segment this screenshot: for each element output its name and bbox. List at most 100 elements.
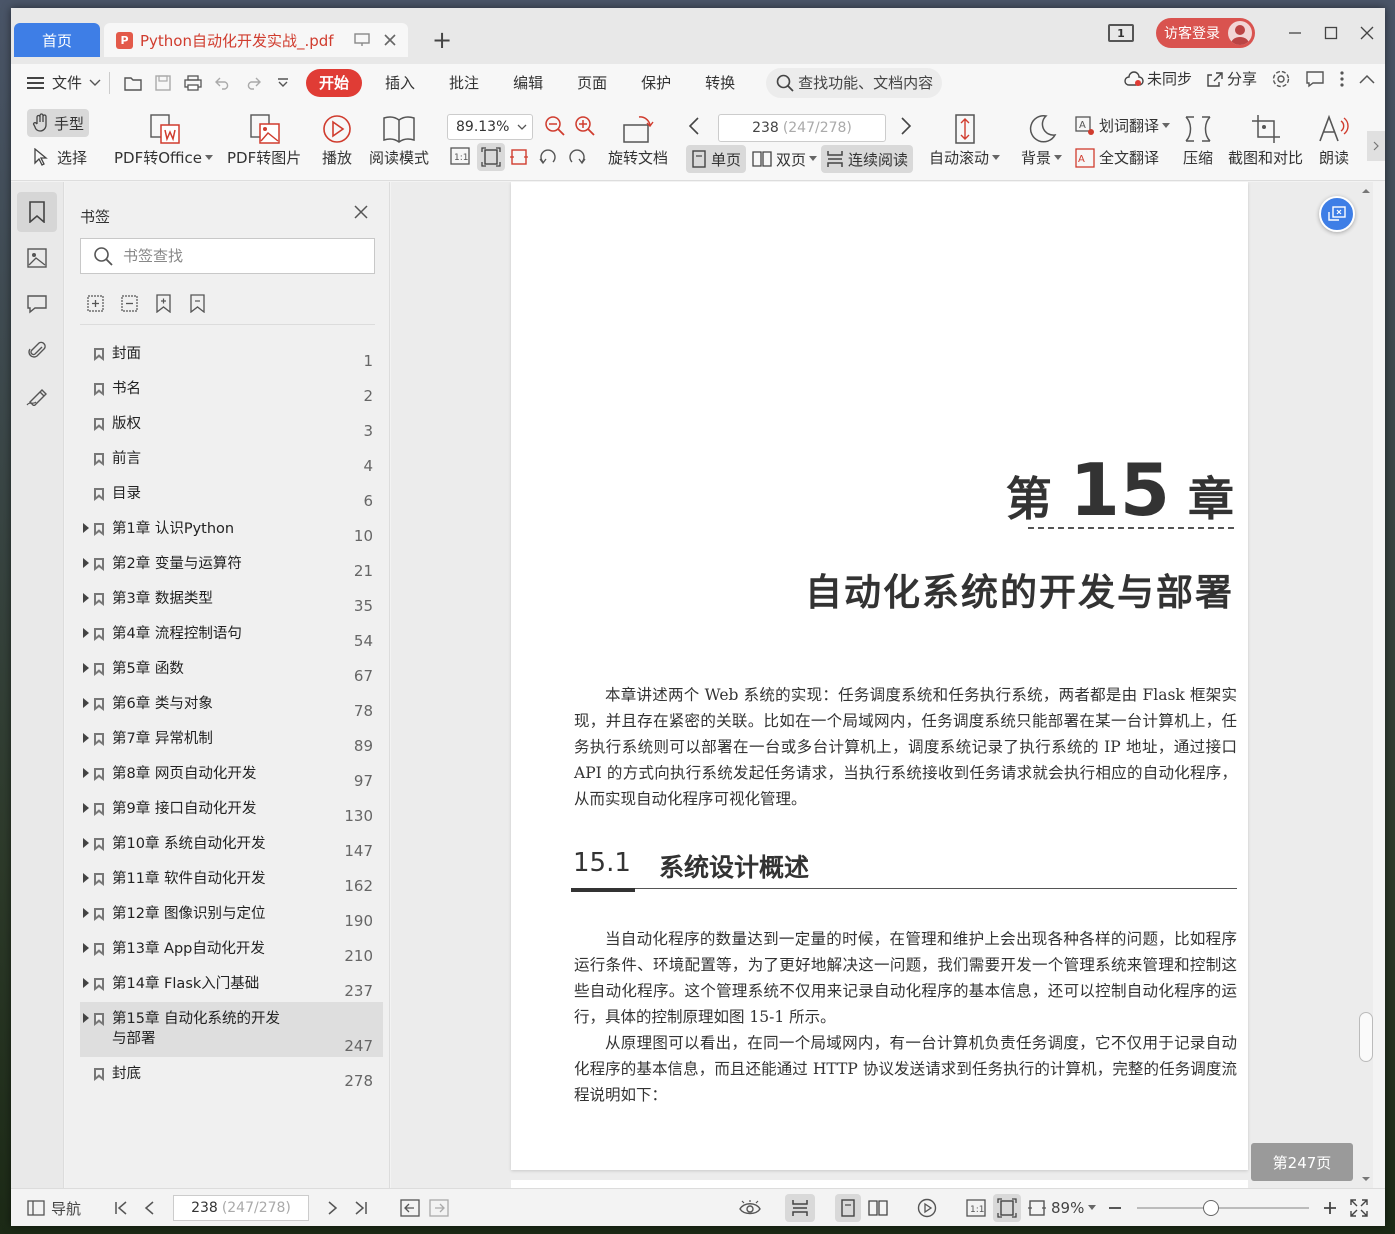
vertical-scrollbar[interactable] <box>1359 182 1373 1188</box>
expand-arrow-icon[interactable] <box>83 943 89 953</box>
bookmark-item[interactable]: 第1章 认识Python 10 <box>80 512 383 547</box>
guest-login-button[interactable]: 访客登录 <box>1156 18 1255 48</box>
expand-arrow-icon[interactable] <box>83 803 89 813</box>
ribbon-scroll-right-button[interactable] <box>1367 131 1385 161</box>
bookmark-item[interactable]: 第14章 Flask入门基础 237 <box>80 967 383 1002</box>
bookmark-search-field[interactable] <box>80 238 375 274</box>
document-viewport[interactable]: 第 15 章 自动化系统的开发与部署 本章讲述两个 Web 系统的实现：任务调度… <box>391 182 1373 1188</box>
more-dropdown-icon[interactable] <box>268 68 298 98</box>
share-button[interactable]: 分享 <box>1206 68 1257 89</box>
expand-arrow-icon[interactable] <box>83 593 89 603</box>
new-tab-button[interactable]: + <box>429 28 455 52</box>
single-page-mode-button[interactable] <box>835 1194 861 1222</box>
maximize-button[interactable] <box>1313 18 1349 48</box>
tab-document[interactable]: P Python自动化开发实战_.pdf <box>104 23 408 57</box>
expand-all-icon[interactable] <box>86 294 105 313</box>
expand-arrow-icon[interactable] <box>83 733 89 743</box>
rotate-right-button[interactable] <box>567 147 587 167</box>
function-search[interactable]: 查找功能、文档内容 <box>766 67 943 98</box>
fullscreen-button[interactable] <box>1350 1189 1368 1226</box>
window-count-icon[interactable]: 1 <box>1108 24 1134 42</box>
scroll-down-arrow-icon[interactable] <box>1359 1174 1373 1184</box>
bookmark-item[interactable]: 封面 1 <box>80 337 383 372</box>
status-play-button[interactable] <box>917 1189 937 1226</box>
open-folder-icon[interactable] <box>118 68 148 98</box>
signature-panel-button[interactable] <box>17 376 57 416</box>
background-button[interactable]: 背景 <box>1021 111 1063 168</box>
attachments-panel-button[interactable] <box>17 330 57 370</box>
fit-page-button[interactable] <box>477 143 505 171</box>
tab-protect[interactable]: 保护 <box>624 69 688 97</box>
zoom-slider[interactable] <box>1137 1200 1309 1216</box>
expand-arrow-icon[interactable] <box>83 908 89 918</box>
pdf-to-office-button[interactable]: PDF转Office <box>114 111 214 168</box>
zoom-dropdown[interactable]: 89.13% <box>447 114 533 140</box>
zoom-in-button[interactable] <box>574 115 596 137</box>
compress-button[interactable]: 压缩 <box>1182 111 1214 168</box>
pdf-to-image-button[interactable]: PDF转图片 <box>227 111 301 168</box>
rotate-left-button[interactable] <box>538 147 558 167</box>
continuous-mode-button[interactable] <box>785 1194 815 1222</box>
expand-arrow-icon[interactable] <box>83 558 89 568</box>
collapse-all-icon[interactable] <box>120 294 139 313</box>
close-tab-icon[interactable] <box>380 30 400 50</box>
bookmark-item[interactable]: 书名 2 <box>80 372 383 407</box>
bookmarks-panel-button[interactable] <box>17 192 57 232</box>
bookmark-item[interactable]: 第13章 App自动化开发 210 <box>80 932 383 967</box>
more-options-button[interactable] <box>1339 70 1345 88</box>
bookmark-item[interactable]: 第2章 变量与运算符 21 <box>80 547 383 582</box>
scrollbar-thumb[interactable] <box>1359 1012 1373 1062</box>
floating-tool-button[interactable] <box>1319 196 1355 232</box>
expand-arrow-icon[interactable] <box>83 698 89 708</box>
continuous-read-button[interactable]: 连续阅读 <box>821 145 914 173</box>
next-page-button[interactable] <box>900 116 912 136</box>
tab-annotate[interactable]: 批注 <box>432 69 496 97</box>
bookmark-item[interactable]: 第5章 函数 67 <box>80 652 383 687</box>
bookmark-item[interactable]: 目录 6 <box>80 477 383 512</box>
zoom-out-status-button[interactable] <box>1108 1189 1122 1226</box>
bookmark-item[interactable]: 第9章 接口自动化开发 130 <box>80 792 383 827</box>
full-translate-button[interactable]: A 全文翻译 <box>1075 147 1159 168</box>
bookmark-item[interactable]: 第3章 数据类型 35 <box>80 582 383 617</box>
read-aloud-button[interactable]: 朗读 <box>1317 111 1351 168</box>
redo-icon[interactable] <box>238 68 268 98</box>
status-fit-page-button[interactable] <box>993 1194 1021 1222</box>
feedback-button[interactable] <box>1305 70 1325 88</box>
expand-arrow-icon[interactable] <box>83 873 89 883</box>
tab-start[interactable]: 开始 <box>306 68 363 97</box>
bookmark-item[interactable]: 第8章 网页自动化开发 97 <box>80 757 383 792</box>
navigation-toggle[interactable]: 导航 <box>27 1189 81 1226</box>
bookmark-item[interactable]: 第6章 类与对象 78 <box>80 687 383 722</box>
undo-icon[interactable] <box>208 68 238 98</box>
expand-arrow-icon[interactable] <box>83 523 89 533</box>
tab-insert[interactable]: 插入 <box>368 69 432 97</box>
page-number-input[interactable]: 238 (247/278) <box>718 114 886 142</box>
minimize-button[interactable] <box>1277 18 1313 48</box>
forward-button[interactable] <box>429 1189 449 1226</box>
double-page-mode-button[interactable] <box>868 1189 888 1226</box>
bookmark-item[interactable]: 第4章 流程控制语句 54 <box>80 617 383 652</box>
close-window-button[interactable] <box>1349 18 1385 48</box>
bookmark-item[interactable]: 第11章 软件自动化开发 162 <box>80 862 383 897</box>
status-page-input[interactable]: 238 (247/278) <box>173 1195 309 1221</box>
bookmark-item[interactable]: 第7章 异常机制 89 <box>80 722 383 757</box>
word-translate-button[interactable]: A 划词翻译 <box>1075 115 1171 136</box>
print-icon[interactable] <box>178 68 208 98</box>
prev-page-button[interactable] <box>688 116 700 136</box>
collapse-ribbon-button[interactable] <box>1359 74 1375 84</box>
rotate-document-button[interactable]: 旋转文档 <box>608 111 668 168</box>
bookmark-item[interactable]: 前言 4 <box>80 442 383 477</box>
pin-icon[interactable] <box>352 30 372 50</box>
add-bookmark-icon[interactable] <box>154 294 173 313</box>
play-button[interactable]: 播放 <box>321 111 353 168</box>
zoom-slider-knob[interactable] <box>1203 1200 1219 1216</box>
next-page-button-status[interactable] <box>327 1189 339 1226</box>
first-page-button[interactable] <box>113 1189 129 1226</box>
double-page-button[interactable]: 双页 <box>752 145 818 173</box>
expand-arrow-icon[interactable] <box>83 663 89 673</box>
close-panel-icon[interactable] <box>353 204 369 224</box>
expand-arrow-icon[interactable] <box>83 768 89 778</box>
bookmark-item[interactable]: 第12章 图像识别与定位 190 <box>80 897 383 932</box>
auto-scroll-button[interactable]: 自动滚动 <box>929 111 1001 168</box>
tab-convert[interactable]: 转换 <box>688 69 752 97</box>
